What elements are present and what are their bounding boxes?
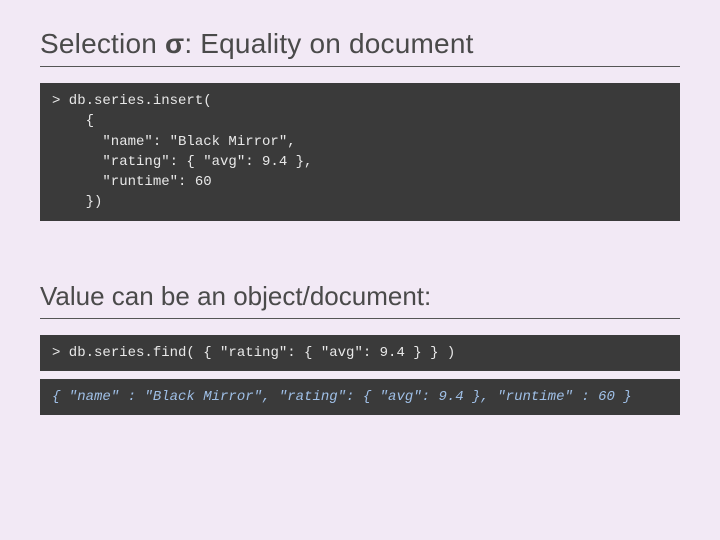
- code-block-result: { "name" : "Black Mirror", "rating": { "…: [40, 379, 680, 415]
- result-line: { "name" : "Black Mirror", "rating": { "…: [52, 389, 632, 405]
- subtitle: Value can be an object/document:: [40, 281, 680, 312]
- code-block-insert: > db.series.insert( { "name": "Black Mir…: [40, 83, 680, 221]
- code-insert-body: db.series.insert( { "name": "Black Mirro…: [52, 93, 312, 210]
- code-find-body: db.series.find( { "rating": { "avg": 9.4…: [60, 345, 455, 361]
- sigma-symbol: σ: [165, 28, 184, 59]
- page-title: Selection σ: Equality on document: [40, 28, 680, 60]
- slide: Selection σ: Equality on document > db.s…: [0, 0, 720, 540]
- code-block-find: > db.series.find( { "rating": { "avg": 9…: [40, 335, 680, 371]
- subtitle-rule: [40, 318, 680, 319]
- title-rule: [40, 66, 680, 67]
- title-post: : Equality on document: [184, 28, 473, 59]
- title-pre: Selection: [40, 28, 165, 59]
